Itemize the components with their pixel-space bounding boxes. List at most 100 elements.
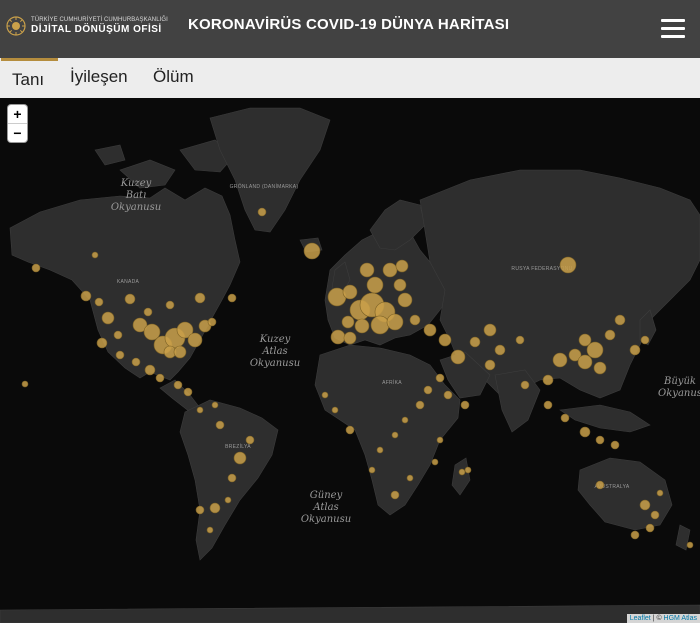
case-bubble[interactable]	[215, 420, 225, 430]
case-bubble[interactable]	[196, 406, 204, 414]
case-bubble[interactable]	[393, 278, 407, 292]
zoom-in-button[interactable]: +	[8, 105, 27, 123]
case-bubble[interactable]	[543, 400, 553, 410]
case-bubble[interactable]	[155, 373, 165, 383]
case-bubble[interactable]	[227, 473, 237, 483]
case-bubble[interactable]	[183, 387, 193, 397]
case-bubble[interactable]	[409, 314, 421, 326]
case-bubble[interactable]	[101, 311, 115, 325]
case-bubble[interactable]	[559, 256, 577, 274]
case-bubble[interactable]	[354, 318, 370, 334]
case-bubble[interactable]	[113, 330, 123, 340]
case-bubble[interactable]	[435, 373, 445, 383]
case-bubble[interactable]	[345, 425, 355, 435]
case-bubble[interactable]	[395, 259, 409, 273]
leaflet-link[interactable]: Leaflet	[630, 615, 651, 622]
case-bubble[interactable]	[630, 530, 640, 540]
case-bubble[interactable]	[209, 502, 221, 514]
case-bubble[interactable]	[639, 499, 651, 511]
case-bubble[interactable]	[436, 436, 444, 444]
case-bubble[interactable]	[483, 323, 497, 337]
case-bubble[interactable]	[321, 391, 329, 399]
case-bubble[interactable]	[595, 435, 605, 445]
case-bubble[interactable]	[578, 333, 592, 347]
case-bubble[interactable]	[494, 344, 506, 356]
case-bubble[interactable]	[233, 451, 247, 465]
case-bubble[interactable]	[187, 332, 203, 348]
case-bubble[interactable]	[391, 431, 399, 439]
case-bubble[interactable]	[390, 490, 400, 500]
case-bubble[interactable]	[645, 523, 655, 533]
case-bubble[interactable]	[443, 390, 453, 400]
case-bubble[interactable]	[376, 446, 384, 454]
case-bubble[interactable]	[173, 380, 183, 390]
case-bubble[interactable]	[115, 350, 125, 360]
case-bubble[interactable]	[484, 359, 496, 371]
case-bubble[interactable]	[343, 331, 357, 345]
case-bubble[interactable]	[552, 352, 568, 368]
case-bubble[interactable]	[686, 541, 694, 549]
case-bubble[interactable]	[257, 207, 267, 217]
case-bubble[interactable]	[366, 276, 384, 294]
case-bubble[interactable]	[458, 468, 466, 476]
case-bubble[interactable]	[303, 242, 321, 260]
case-bubble[interactable]	[173, 345, 187, 359]
world-map[interactable]: Kuzey Batı Okyanusu Kuzey Atlas Okyanusu…	[0, 98, 700, 623]
case-bubble[interactable]	[520, 380, 530, 390]
case-bubble[interactable]	[227, 293, 237, 303]
case-bubble[interactable]	[31, 263, 41, 273]
case-bubble[interactable]	[579, 426, 591, 438]
tab-olum[interactable]: Ölüm	[153, 67, 194, 87]
case-bubble[interactable]	[397, 292, 413, 308]
case-bubble[interactable]	[224, 496, 232, 504]
case-bubble[interactable]	[370, 315, 390, 335]
case-bubble[interactable]	[415, 400, 425, 410]
logo[interactable]: TÜRKİYE CUMHURİYETİ CUMHURBAŞKANLIĞI DİJ…	[6, 16, 168, 36]
hamburger-menu-icon[interactable]	[661, 19, 685, 39]
case-bubble[interactable]	[560, 413, 570, 423]
case-bubble[interactable]	[341, 315, 355, 329]
case-bubble[interactable]	[515, 335, 525, 345]
case-bubble[interactable]	[80, 290, 92, 302]
case-bubble[interactable]	[614, 314, 626, 326]
case-bubble[interactable]	[331, 406, 339, 414]
hgm-atlas-link[interactable]: HGM Atlas	[664, 615, 697, 622]
case-bubble[interactable]	[464, 466, 472, 474]
case-bubble[interactable]	[450, 349, 466, 365]
tab-tani[interactable]: Tanı	[12, 70, 44, 90]
case-bubble[interactable]	[211, 401, 219, 409]
case-bubble[interactable]	[423, 385, 433, 395]
case-bubble[interactable]	[368, 466, 376, 474]
case-bubble[interactable]	[94, 297, 104, 307]
case-bubble[interactable]	[330, 329, 346, 345]
case-bubble[interactable]	[469, 336, 481, 348]
case-bubble[interactable]	[650, 510, 660, 520]
case-bubble[interactable]	[96, 337, 108, 349]
case-bubble[interactable]	[194, 292, 206, 304]
case-bubble[interactable]	[245, 435, 255, 445]
case-bubble[interactable]	[593, 361, 607, 375]
case-bubble[interactable]	[91, 251, 99, 259]
case-bubble[interactable]	[124, 293, 136, 305]
case-bubble[interactable]	[206, 526, 214, 534]
case-bubble[interactable]	[401, 416, 409, 424]
case-bubble[interactable]	[577, 354, 593, 370]
case-bubble[interactable]	[595, 480, 605, 490]
case-bubble[interactable]	[382, 262, 398, 278]
case-bubble[interactable]	[629, 344, 641, 356]
case-bubble[interactable]	[406, 474, 414, 482]
case-bubble[interactable]	[144, 364, 156, 376]
case-bubble[interactable]	[131, 357, 141, 367]
case-bubble[interactable]	[656, 489, 664, 497]
case-bubble[interactable]	[640, 335, 650, 345]
case-bubble[interactable]	[195, 505, 205, 515]
case-bubble[interactable]	[386, 313, 404, 331]
case-bubble[interactable]	[423, 323, 437, 337]
case-bubble[interactable]	[431, 458, 439, 466]
case-bubble[interactable]	[21, 380, 29, 388]
case-bubble[interactable]	[342, 284, 358, 300]
zoom-out-button[interactable]: −	[8, 123, 27, 142]
case-bubble[interactable]	[460, 400, 470, 410]
case-bubble[interactable]	[438, 333, 452, 347]
case-bubble[interactable]	[143, 307, 153, 317]
